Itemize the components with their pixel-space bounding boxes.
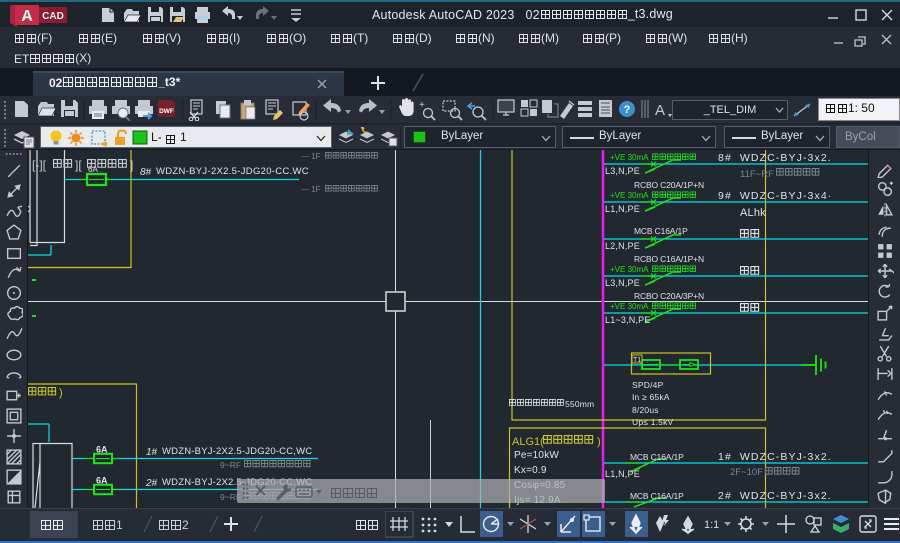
svg-text:L1,N,PE: L1,N,PE (605, 204, 640, 214)
svg-text:9# WDZC-BYJ-3x4·: 9# WDZC-BYJ-3x4· (718, 190, 832, 202)
svg-text:9~RF: 9~RF (220, 460, 241, 470)
svg-text:SPD/4P: SPD/4P (632, 380, 664, 390)
svg-text:L3,N,PE: L3,N,PE (605, 278, 640, 288)
svg-text:1:1: 1:1 (704, 519, 719, 531)
svg-text:+VE 30mA: +VE 30mA (610, 302, 649, 311)
svg-text:A: A (655, 102, 665, 119)
svg-text:In ≥ 65kA: In ≥ 65kA (632, 392, 670, 402)
svg-text:+VE 30mA: +VE 30mA (610, 265, 649, 274)
svg-text:RCBO C20A/3P+N: RCBO C20A/3P+N (634, 291, 704, 301)
svg-text:WDZN-BYJ-2X2.5-JDG20-CC.WC: WDZN-BYJ-2X2.5-JDG20-CC.WC (156, 166, 309, 177)
svg-text:DWF: DWF (159, 108, 174, 115)
svg-text:550mm: 550mm (565, 399, 594, 409)
svg-text:[-][: [-][ (32, 158, 47, 172)
svg-text:MCB C16A/1P: MCB C16A/1P (630, 452, 684, 462)
svg-text:L1,N,PE: L1,N,PE (605, 469, 640, 479)
svg-text:T1: T1 (633, 357, 641, 364)
svg-text:— 1F: — 1F (301, 152, 321, 161)
svg-text:6A: 6A (96, 476, 108, 486)
svg-text:L3,N,PE: L3,N,PE (605, 166, 640, 176)
svg-text:2#: 2# (145, 478, 158, 489)
svg-text:— 1F: — 1F (301, 185, 321, 194)
svg-text:Kx=0.9: Kx=0.9 (514, 465, 547, 476)
svg-text:8# WDZC-BYJ-3x2.: 8# WDZC-BYJ-3x2. (718, 152, 832, 164)
svg-text:A: A (21, 8, 33, 25)
svg-text:Up≤ 1.5kV: Up≤ 1.5kV (632, 417, 674, 427)
svg-text:]: ] (130, 158, 133, 172)
svg-text:1#: 1# (146, 447, 158, 458)
svg-text:+: + (419, 100, 425, 111)
svg-text:+VE 30mA: +VE 30mA (610, 191, 649, 200)
svg-text:+VE 30mA: +VE 30mA (610, 153, 649, 162)
svg-text:6A: 6A (96, 445, 108, 455)
svg-text:11F~RF: 11F~RF (740, 169, 774, 180)
svg-text:RCBO C16A/1P+N: RCBO C16A/1P+N (634, 254, 704, 264)
svg-text:ALG1(: ALG1( (512, 436, 544, 448)
svg-text:): ) (59, 387, 63, 399)
svg-text:8#: 8# (140, 167, 152, 178)
svg-text:1# WDZC-BYJ-3x2.: 1# WDZC-BYJ-3x2. (718, 451, 832, 463)
svg-text:2F~10F: 2F~10F (730, 467, 763, 478)
svg-text:): ) (597, 436, 601, 448)
svg-text:RCBO C20A/1P+N: RCBO C20A/1P+N (634, 180, 704, 190)
svg-text:8/20us: 8/20us (632, 405, 659, 415)
svg-text:Pe=10kW: Pe=10kW (514, 450, 559, 461)
svg-text:6A: 6A (88, 165, 98, 174)
svg-text:L2,N,PE: L2,N,PE (605, 241, 640, 251)
svg-text:WDZN-BYJ-2X2.5-JDG20-CC,WC: WDZN-BYJ-2X2.5-JDG20-CC,WC (162, 446, 312, 457)
svg-text:][: ][ (75, 158, 82, 172)
svg-text:MCB C16A/1P: MCB C16A/1P (630, 491, 684, 501)
svg-text:L1~3,N,PE: L1~3,N,PE (605, 315, 651, 325)
svg-text:2# WDZC-BYJ-3x2.: 2# WDZC-BYJ-3x2. (718, 490, 832, 502)
svg-text:?: ? (624, 104, 631, 116)
svg-text:CAD: CAD (42, 11, 64, 22)
svg-text:MCB C16A/1P: MCB C16A/1P (634, 226, 688, 236)
svg-text:ALhk: ALhk (740, 207, 766, 219)
